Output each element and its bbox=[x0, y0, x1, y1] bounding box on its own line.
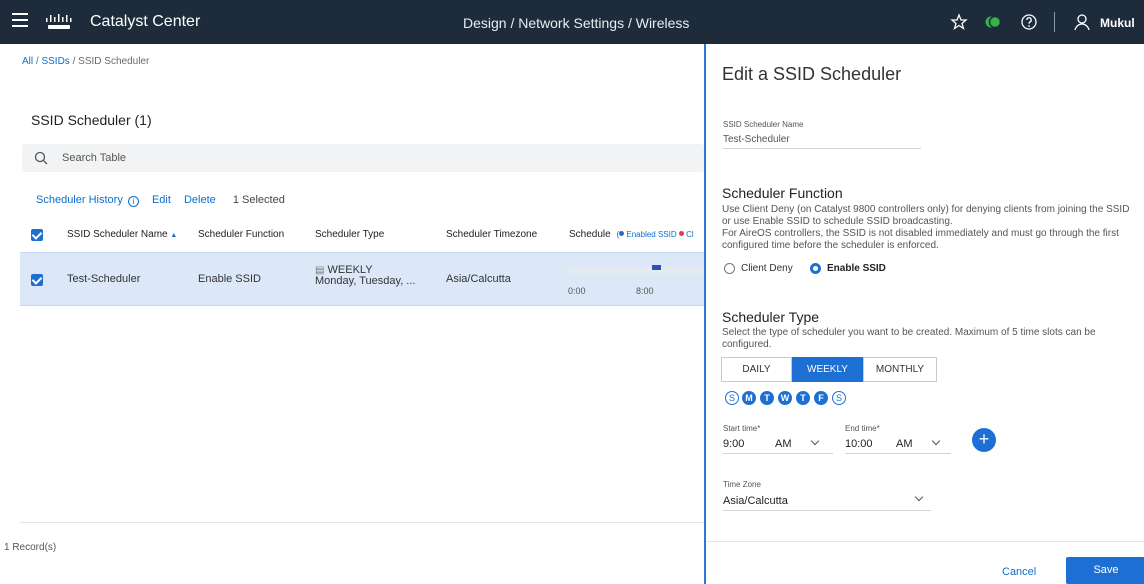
column-header-name[interactable]: SSID Scheduler Name ▲ bbox=[67, 229, 177, 240]
end-ampm-select[interactable]: AM bbox=[896, 438, 913, 450]
edit-scheduler-panel: Edit a SSID Scheduler SSID Scheduler Nam… bbox=[704, 44, 1144, 584]
panel-title: Edit a SSID Scheduler bbox=[722, 64, 902, 84]
scheduler-type-description: Select the type of scheduler you want to… bbox=[722, 327, 1096, 350]
time-zone-underline bbox=[723, 510, 931, 511]
day-saturday[interactable]: S bbox=[832, 391, 846, 405]
breadcrumb-all[interactable]: All bbox=[22, 56, 33, 67]
top-breadcrumb[interactable]: Design / Network Settings / Wireless bbox=[463, 15, 689, 31]
name-field-underline bbox=[723, 148, 921, 149]
search-icon bbox=[34, 151, 48, 165]
chevron-down-icon[interactable] bbox=[914, 492, 924, 502]
scheduler-name-label: SSID Scheduler Name bbox=[723, 120, 804, 129]
tab-weekly[interactable]: WEEKLY bbox=[792, 357, 863, 382]
user-name[interactable]: Mukul bbox=[1100, 16, 1135, 30]
client-deny-radio[interactable] bbox=[724, 263, 735, 274]
row-checkbox[interactable] bbox=[31, 274, 43, 286]
table-actions: Scheduler History i Edit Delete 1 Select… bbox=[36, 194, 285, 207]
table-row[interactable]: Test-Scheduler Enable SSID ▤ WEEKLY Mond… bbox=[20, 252, 707, 306]
scheduler-name-field[interactable]: Test-Scheduler bbox=[723, 134, 790, 145]
user-icon[interactable] bbox=[1073, 13, 1091, 31]
scheduler-history-link[interactable]: Scheduler History i bbox=[36, 194, 139, 207]
day-monday[interactable]: M bbox=[742, 391, 756, 405]
topbar-divider bbox=[1054, 12, 1055, 32]
info-icon[interactable]: i bbox=[127, 196, 139, 207]
row-ssid-name: Test-Scheduler bbox=[67, 273, 141, 285]
day-thursday[interactable]: T bbox=[796, 391, 810, 405]
scheduler-type-heading: Scheduler Type bbox=[722, 309, 820, 325]
day-sunday[interactable]: S bbox=[725, 391, 739, 405]
row-timezone: Asia/Calcutta bbox=[446, 273, 511, 285]
enable-ssid-radio[interactable] bbox=[810, 263, 821, 274]
timeline-tick: 8:00 bbox=[636, 286, 654, 296]
end-time-underline bbox=[845, 453, 951, 454]
scheduler-function-description: Use Client Deny (on Catalyst 9800 contro… bbox=[722, 204, 1130, 251]
column-header-function[interactable]: Scheduler Function bbox=[198, 229, 284, 240]
star-icon[interactable] bbox=[950, 13, 968, 31]
day-friday[interactable]: F bbox=[814, 391, 828, 405]
top-navigation-bar: Catalyst Center Design / Network Setting… bbox=[0, 0, 1144, 44]
time-zone-select[interactable]: Asia/Calcutta bbox=[723, 495, 788, 507]
cisco-logo bbox=[46, 14, 72, 29]
column-header-type[interactable]: Scheduler Type bbox=[315, 229, 384, 240]
start-time-label: Start time* bbox=[723, 424, 761, 433]
selected-count: 1 Selected bbox=[232, 194, 285, 206]
search-input[interactable]: Search Table bbox=[22, 144, 704, 172]
save-button[interactable]: Save bbox=[1066, 557, 1144, 584]
column-header-schedule[interactable]: Schedule ( Enabled SSID Cl bbox=[569, 229, 694, 240]
tab-daily[interactable]: DAILY bbox=[721, 357, 792, 382]
start-time-input[interactable]: 9:00 bbox=[723, 438, 744, 450]
edit-button[interactable]: Edit bbox=[152, 194, 171, 206]
client-deny-legend-dot bbox=[678, 231, 684, 236]
day-wednesday[interactable]: W bbox=[778, 391, 792, 405]
breadcrumb: All / SSIDs / SSID Scheduler bbox=[22, 56, 150, 67]
enabled-legend-dot bbox=[619, 231, 625, 236]
start-time-underline bbox=[723, 453, 833, 454]
record-count: 1 Record(s) bbox=[4, 542, 57, 553]
main-content: All / SSIDs / SSID Scheduler SSID Schedu… bbox=[0, 44, 707, 584]
panel-footer-divider bbox=[706, 541, 1144, 542]
client-deny-label[interactable]: Client Deny bbox=[741, 263, 793, 274]
enable-ssid-label[interactable]: Enable SSID bbox=[827, 263, 886, 274]
cancel-button[interactable]: Cancel bbox=[1002, 566, 1036, 578]
breadcrumb-ssids[interactable]: SSIDs bbox=[41, 56, 69, 67]
chevron-down-icon[interactable] bbox=[931, 436, 941, 446]
help-icon[interactable] bbox=[1020, 13, 1038, 31]
row-scheduler-type: ▤ WEEKLY Monday, Tuesday, ... bbox=[315, 264, 416, 287]
hamburger-menu-icon[interactable] bbox=[12, 13, 28, 27]
start-ampm-select[interactable]: AM bbox=[775, 438, 792, 450]
search-placeholder: Search Table bbox=[62, 152, 127, 164]
chevron-down-icon[interactable] bbox=[810, 436, 820, 446]
app-title: Catalyst Center bbox=[90, 13, 201, 30]
add-time-slot-button[interactable]: + bbox=[972, 428, 996, 452]
timeline-tick: 0:00 bbox=[568, 286, 586, 296]
tab-monthly[interactable]: MONTHLY bbox=[863, 357, 937, 382]
delete-button[interactable]: Delete bbox=[184, 194, 216, 206]
column-header-timezone[interactable]: Scheduler Timezone bbox=[446, 229, 537, 240]
schedule-slot[interactable] bbox=[652, 265, 661, 270]
row-function: Enable SSID bbox=[198, 273, 261, 285]
schedule-timeline bbox=[567, 267, 707, 273]
sort-asc-icon: ▲ bbox=[170, 232, 178, 239]
system-health-icon[interactable] bbox=[984, 13, 1002, 31]
end-time-label: End time* bbox=[845, 424, 880, 433]
select-all-checkbox[interactable] bbox=[31, 229, 43, 241]
scheduler-function-heading: Scheduler Function bbox=[722, 185, 843, 201]
page-title: SSID Scheduler (1) bbox=[31, 112, 152, 128]
end-time-input[interactable]: 10:00 bbox=[845, 438, 873, 450]
day-tuesday[interactable]: T bbox=[760, 391, 774, 405]
breadcrumb-current: SSID Scheduler bbox=[78, 56, 150, 67]
table-footer-divider bbox=[20, 522, 704, 523]
time-zone-label: Time Zone bbox=[723, 480, 761, 489]
